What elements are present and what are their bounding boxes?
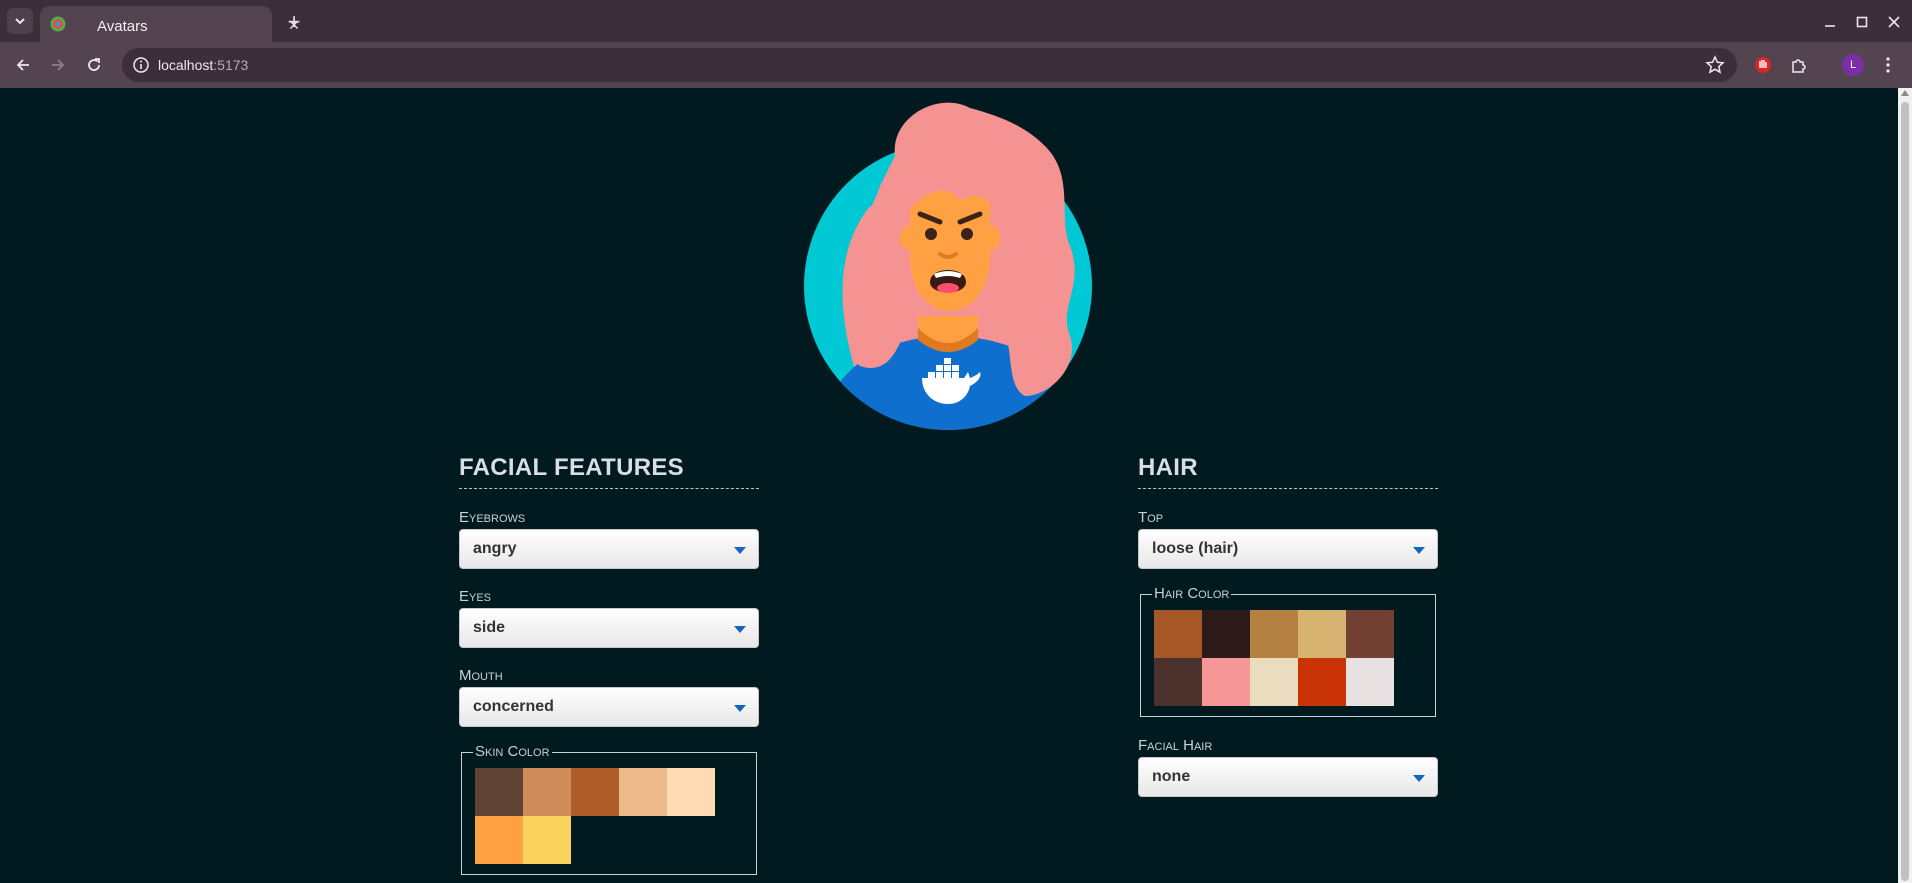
eyes-select[interactable]: side <box>459 608 759 648</box>
facial-features-title: FACIAL FEATURES <box>459 454 759 489</box>
dropdown-arrow-icon <box>734 626 746 633</box>
dropdown-arrow-icon <box>734 547 746 554</box>
skin-color-swatches <box>475 768 715 864</box>
minimize-icon[interactable] <box>1818 10 1842 34</box>
dropdown-arrow-icon <box>1413 775 1425 782</box>
profile-avatar[interactable]: L <box>1842 54 1864 76</box>
skin-color-swatch-1[interactable] <box>475 768 523 816</box>
skin-color-swatch-6[interactable] <box>475 816 523 864</box>
maximize-icon[interactable] <box>1850 10 1874 34</box>
page-content: FACIAL FEATURES Eyebrows angry Eyes side… <box>0 88 1898 883</box>
address-bar[interactable]: localhost:5173 <box>122 48 1737 82</box>
browser-titlebar: Avatars ✕ + <box>0 0 1912 42</box>
skin-color-swatch-3[interactable] <box>571 768 619 816</box>
skin-color-swatch-7[interactable] <box>523 816 571 864</box>
chevron-down-icon <box>15 18 25 25</box>
tab-avatars[interactable]: Avatars ✕ <box>40 6 300 42</box>
hair-color-swatch-8[interactable] <box>1250 658 1298 706</box>
skin-color-swatch-5[interactable] <box>667 768 715 816</box>
skin-color-label: Skin Color <box>473 743 552 760</box>
reload-icon[interactable] <box>82 53 106 77</box>
back-icon[interactable] <box>11 53 35 77</box>
scrollbar-thumb[interactable] <box>1901 102 1909 881</box>
hair-color-swatch-7[interactable] <box>1202 658 1250 706</box>
extension-record-icon[interactable] <box>1751 53 1775 77</box>
skin-color-swatch-2[interactable] <box>523 768 571 816</box>
hair-color-swatch-10[interactable] <box>1346 658 1394 706</box>
close-window-icon[interactable] <box>1882 10 1906 34</box>
hair-color-swatch-5[interactable] <box>1346 610 1394 658</box>
skin-color-swatch-4[interactable] <box>619 768 667 816</box>
mouth-select[interactable]: concerned <box>459 687 759 727</box>
eyebrows-select[interactable]: angry <box>459 529 759 569</box>
url-text: localhost:5173 <box>158 57 249 73</box>
bookmark-star-icon[interactable] <box>1705 55 1725 75</box>
hair-title: HAIR <box>1138 454 1438 489</box>
browser-toolbar: localhost:5173 L <box>0 42 1912 88</box>
scroll-up-icon[interactable] <box>1901 90 1909 96</box>
skin-color-picker: Skin Color <box>461 744 757 875</box>
top-value: loose (hair) <box>1152 540 1239 557</box>
dropdown-arrow-icon <box>1413 547 1425 554</box>
facial-hair-label: Facial Hair <box>1138 737 1213 754</box>
eyes-value: side <box>473 619 506 636</box>
hair-color-swatch-3[interactable] <box>1250 610 1298 658</box>
facial-hair-select[interactable]: none <box>1138 757 1438 797</box>
mouth-value: concerned <box>473 698 554 715</box>
hair-color-swatch-2[interactable] <box>1202 610 1250 658</box>
facial-hair-value: none <box>1152 768 1191 785</box>
tab-search-button[interactable] <box>7 8 33 34</box>
eyebrows-value: angry <box>473 540 517 557</box>
dropdown-arrow-icon <box>734 705 746 712</box>
favicon-icon <box>50 16 66 32</box>
hair-color-swatch-9[interactable] <box>1298 658 1346 706</box>
page-scrollbar[interactable] <box>1898 88 1912 883</box>
eyebrows-label: Eyebrows <box>459 509 526 526</box>
hair-color-swatches <box>1154 610 1394 706</box>
site-info-icon[interactable] <box>132 56 150 74</box>
hair-color-label: Hair Color <box>1152 585 1232 602</box>
forward-icon[interactable] <box>46 53 70 77</box>
mouth-label: Mouth <box>459 667 503 684</box>
tab-title: Avatars <box>97 18 148 35</box>
top-label: Top <box>1138 509 1164 526</box>
hair-color-swatch-4[interactable] <box>1298 610 1346 658</box>
hair-color-picker: Hair Color <box>1140 586 1436 717</box>
avatar-preview <box>804 102 1092 430</box>
top-select[interactable]: loose (hair) <box>1138 529 1438 569</box>
hair-color-swatch-1[interactable] <box>1154 610 1202 658</box>
new-tab-button[interactable]: + <box>282 9 306 34</box>
menu-kebab-icon[interactable] <box>1876 53 1900 77</box>
eyes-label: Eyes <box>459 588 492 605</box>
extensions-puzzle-icon[interactable] <box>1787 53 1811 77</box>
hair-color-swatch-6[interactable] <box>1154 658 1202 706</box>
